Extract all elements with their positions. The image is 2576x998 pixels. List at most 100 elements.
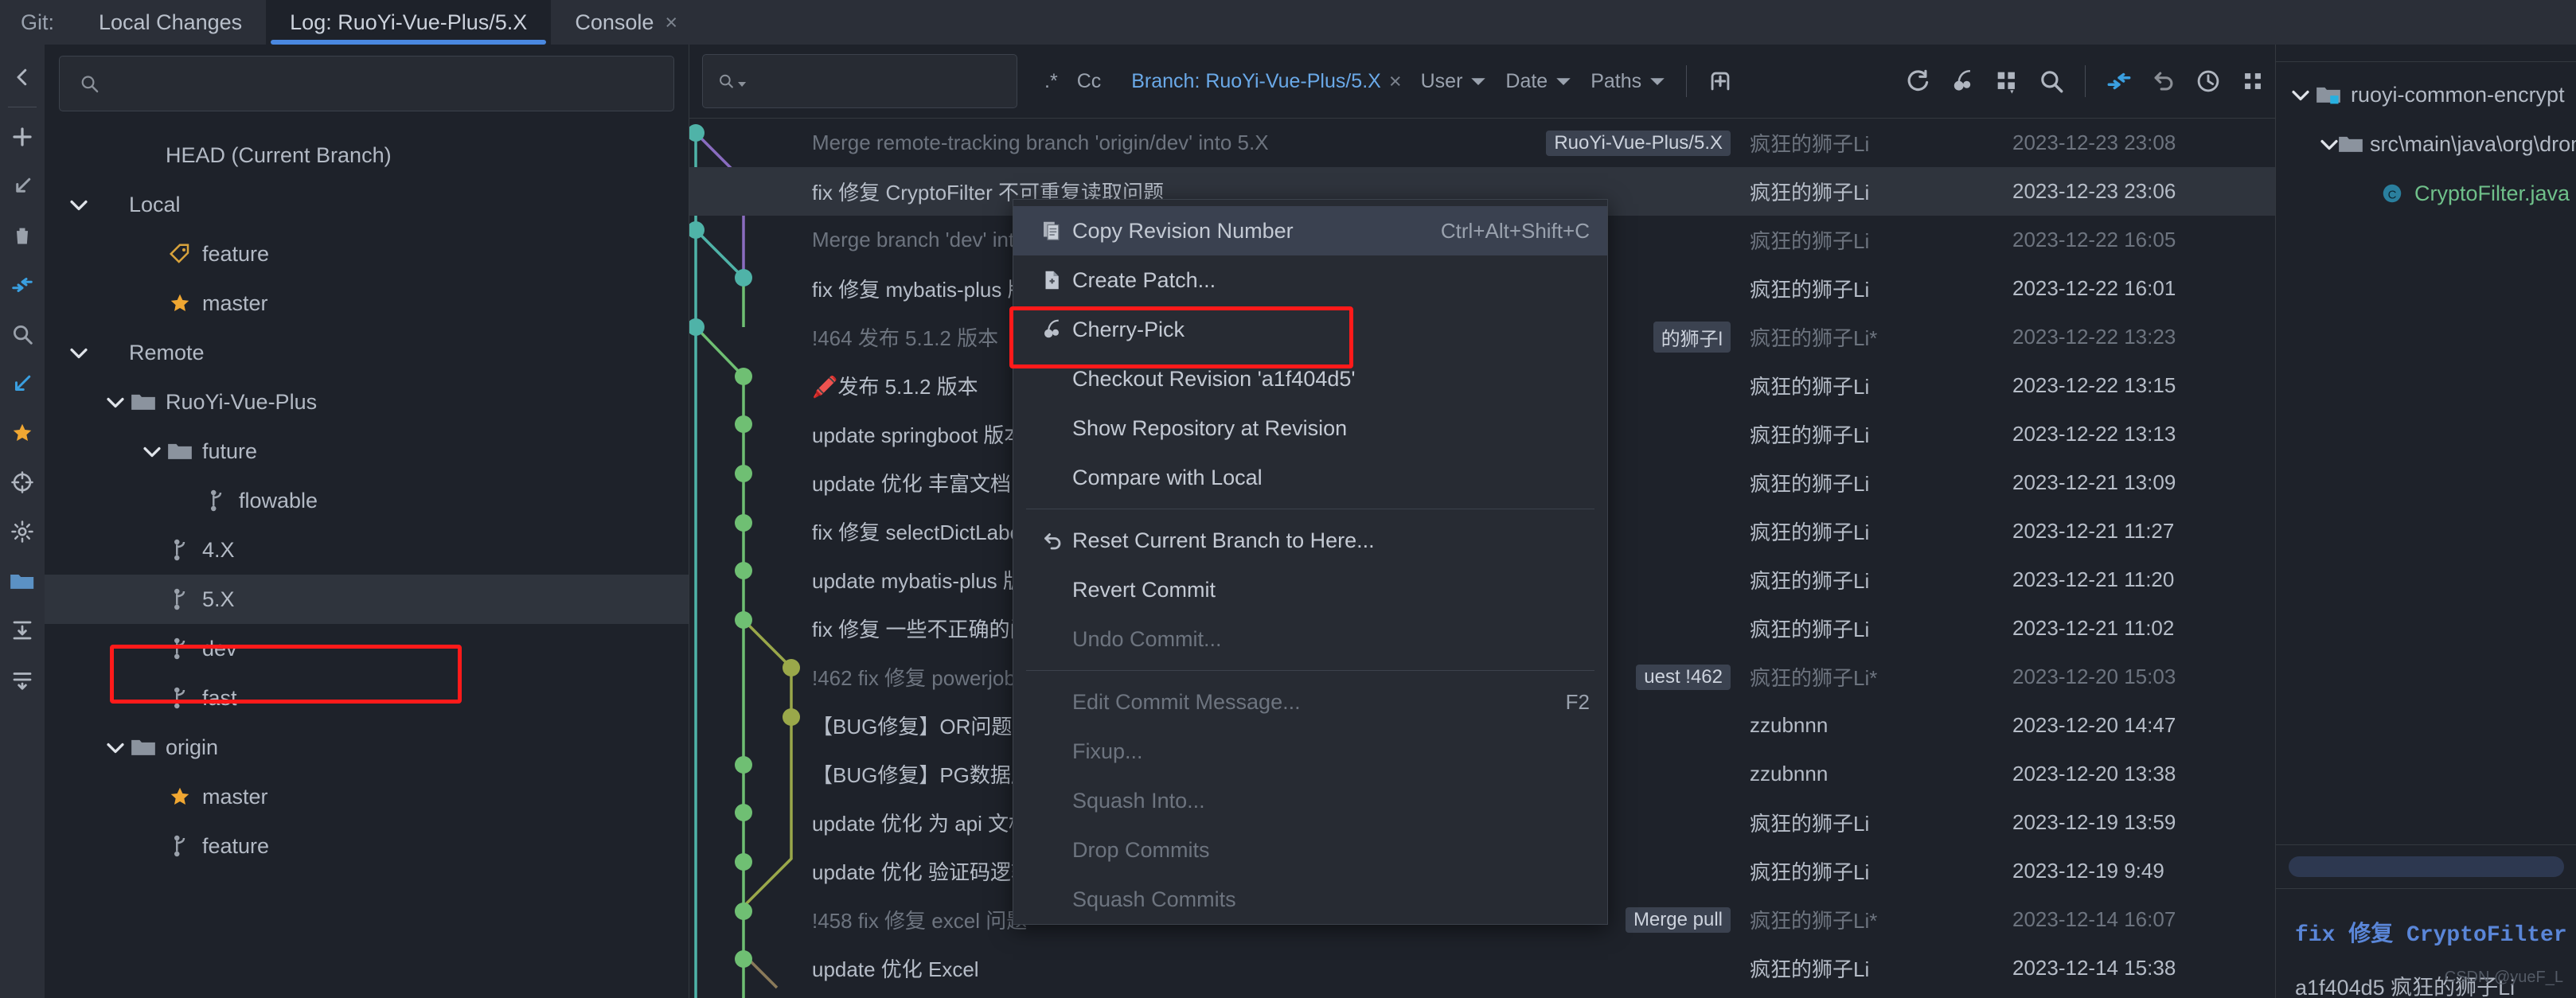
branch-tree-item-flowable[interactable]: flowable	[45, 476, 689, 525]
add-icon[interactable]	[0, 112, 45, 162]
tag-icon	[164, 242, 196, 266]
commit-date: 2023-12-21 11:20	[2012, 567, 2175, 591]
chevron-down-icon[interactable]	[103, 396, 127, 408]
new-tab-icon[interactable]	[1698, 59, 1743, 103]
branch-tree-item-master[interactable]: master	[45, 279, 689, 328]
horizontal-scrollbar[interactable]	[2289, 856, 2564, 877]
commit-date: 2023-12-22 13:13	[2012, 422, 2176, 446]
export-icon[interactable]	[0, 655, 45, 704]
favorite-star-icon[interactable]	[0, 408, 45, 458]
branch-tree-item-label: feature	[202, 241, 270, 266]
chevron-down-icon[interactable]	[67, 198, 91, 211]
branch-search-box[interactable]	[59, 56, 674, 111]
match-case-toggle[interactable]: Cc	[1067, 70, 1111, 93]
folder-icon	[127, 737, 159, 758]
delete-icon[interactable]	[0, 211, 45, 260]
commit-date: 2023-12-20 15:03	[2012, 665, 2176, 688]
branch-search-input[interactable]	[111, 71, 654, 96]
folder-icon[interactable]	[0, 556, 45, 606]
branch-tree-item-head-current-branch-[interactable]: HEAD (Current Branch)	[45, 131, 689, 180]
branch-filter-clear-icon[interactable]: ×	[1389, 69, 1402, 94]
branch-tree-item-remote[interactable]: Remote	[45, 328, 689, 377]
branch-ref-badge[interactable]: 的狮子l	[1653, 322, 1731, 353]
search-icon[interactable]	[0, 310, 45, 359]
more-options-icon[interactable]	[2231, 59, 2275, 103]
checkout-icon[interactable]	[0, 162, 45, 211]
commit-author: 疯狂的狮子Li	[1750, 860, 1870, 884]
regex-toggle[interactable]: .*	[1035, 70, 1067, 93]
commit-date: 2023-12-22 13:23	[2012, 325, 2176, 349]
branch-tree-item-feature[interactable]: feature	[45, 229, 689, 279]
branch-ref-badge[interactable]: Merge pull	[1625, 907, 1731, 933]
menu-item-show-repository-at-revision[interactable]: Show Repository at Revision	[1013, 403, 1607, 453]
collapse-panel-icon[interactable]	[0, 53, 45, 102]
menu-item-reset-current-branch-to-here[interactable]: Reset Current Branch to Here...	[1013, 516, 1607, 565]
toolbar-divider	[1686, 65, 1688, 97]
class-icon: C	[2376, 181, 2408, 205]
file-tree-item[interactable]: ruoyi-common-encrypt	[2276, 70, 2576, 119]
file-tree-item[interactable]: src\main\java\org\dromara	[2276, 119, 2576, 169]
branch-tree-item-origin[interactable]: origin	[45, 723, 689, 772]
branch-panel: HEAD (Current Branch) Local feature master R…	[45, 45, 689, 998]
search-icon[interactable]	[2029, 59, 2074, 103]
commit-graph-cell	[689, 313, 809, 361]
date-filter[interactable]: Date	[1496, 70, 1581, 93]
right-panel-header	[2276, 45, 2576, 62]
history-icon[interactable]	[2186, 59, 2231, 103]
branch-tree: HEAD (Current Branch) Local feature master R…	[45, 119, 689, 871]
commit-date: 2023-12-23 23:08	[2012, 131, 2176, 154]
menu-item-create-patch[interactable]: Create Patch...	[1013, 255, 1607, 305]
file-tree-item[interactable]: C CryptoFilter.java	[2276, 169, 2576, 218]
user-filter-label: User	[1420, 69, 1463, 92]
tab-console[interactable]: Console ×	[551, 0, 701, 45]
branch-tree-item-dev[interactable]: dev	[45, 624, 689, 673]
branch-filter[interactable]: Branch: RuoYi-Vue-Plus/5.X ×	[1122, 69, 1411, 94]
branch-tree-item-master[interactable]: master	[45, 772, 689, 821]
chevron-down-icon[interactable]	[103, 741, 127, 754]
chevron-down-icon[interactable]	[2289, 88, 2313, 101]
rebase-icon[interactable]	[0, 359, 45, 408]
log-search-box[interactable]	[702, 54, 1017, 108]
file-tree: ruoyi-common-encrypt src\main\java\org\dr…	[2276, 62, 2576, 218]
commit-row[interactable]: update 优化 Excel 疯狂的狮子Li 2023-12-14 15:38	[689, 944, 2275, 992]
tab-log[interactable]: Log: RuoYi-Vue-Plus/5.X	[266, 0, 552, 45]
menu-item-label: Squash Commits	[1072, 887, 1236, 911]
branch-tree-item-ruoyi-vue-plus[interactable]: RuoYi-Vue-Plus	[45, 377, 689, 427]
commit-row[interactable]: Merge remote-tracking branch 'origin/dev…	[689, 119, 2275, 167]
branch-tree-item-future[interactable]: future	[45, 427, 689, 476]
close-icon[interactable]: ×	[665, 10, 677, 35]
show-columns-icon[interactable]	[1985, 59, 2029, 103]
branch-tree-item-label: Local	[129, 192, 181, 216]
menu-item-compare-with-local[interactable]: Compare with Local	[1013, 453, 1607, 502]
tab-local-changes[interactable]: Local Changes	[75, 0, 266, 45]
collapse-icon[interactable]	[2097, 59, 2141, 103]
chevron-down-icon[interactable]	[140, 445, 164, 458]
menu-item-copy-revision-number[interactable]: Copy Revision Number Ctrl+Alt+Shift+C	[1013, 206, 1607, 255]
menu-item-cherry-pick[interactable]: Cherry-Pick	[1013, 305, 1607, 354]
branch-ref-badge[interactable]: RuoYi-Vue-Plus/5.X	[1546, 131, 1731, 156]
cherry-pick-icon[interactable]	[1940, 59, 1985, 103]
menu-item-revert-commit[interactable]: Revert Commit	[1013, 565, 1607, 614]
import-icon[interactable]	[0, 606, 45, 655]
user-filter[interactable]: User	[1411, 70, 1497, 93]
revert-icon[interactable]	[2141, 59, 2186, 103]
branch-tree-item-fast[interactable]: fast	[45, 673, 689, 723]
paths-filter[interactable]: Paths	[1581, 70, 1675, 93]
menu-item-label: Squash Into...	[1072, 788, 1205, 813]
branch-tree-item-4.x[interactable]: 4.X	[45, 525, 689, 575]
settings-gear-icon[interactable]	[0, 507, 45, 556]
chevron-down-icon[interactable]	[67, 346, 91, 359]
collapse-all-icon[interactable]	[0, 260, 45, 310]
target-icon[interactable]	[0, 458, 45, 507]
refresh-icon[interactable]	[1895, 59, 1940, 103]
branch-ref-badge[interactable]: uest !462	[1636, 665, 1731, 690]
branch-tree-item-feature[interactable]: feature	[45, 821, 689, 871]
menu-item-checkout-revision-a1f404d5[interactable]: Checkout Revision 'a1f404d5'	[1013, 354, 1607, 403]
commit-message: update 优化 Excel	[812, 957, 979, 981]
branch-tree-item-local[interactable]: Local	[45, 180, 689, 229]
commit-author: 疯狂的狮子Li	[1750, 569, 1870, 593]
log-search-input[interactable]	[754, 69, 1002, 93]
menu-item-squash-into: Squash Into...	[1013, 776, 1607, 825]
branch-tree-item-5.x[interactable]: 5.X	[45, 575, 689, 624]
chevron-down-icon[interactable]	[2320, 138, 2338, 150]
